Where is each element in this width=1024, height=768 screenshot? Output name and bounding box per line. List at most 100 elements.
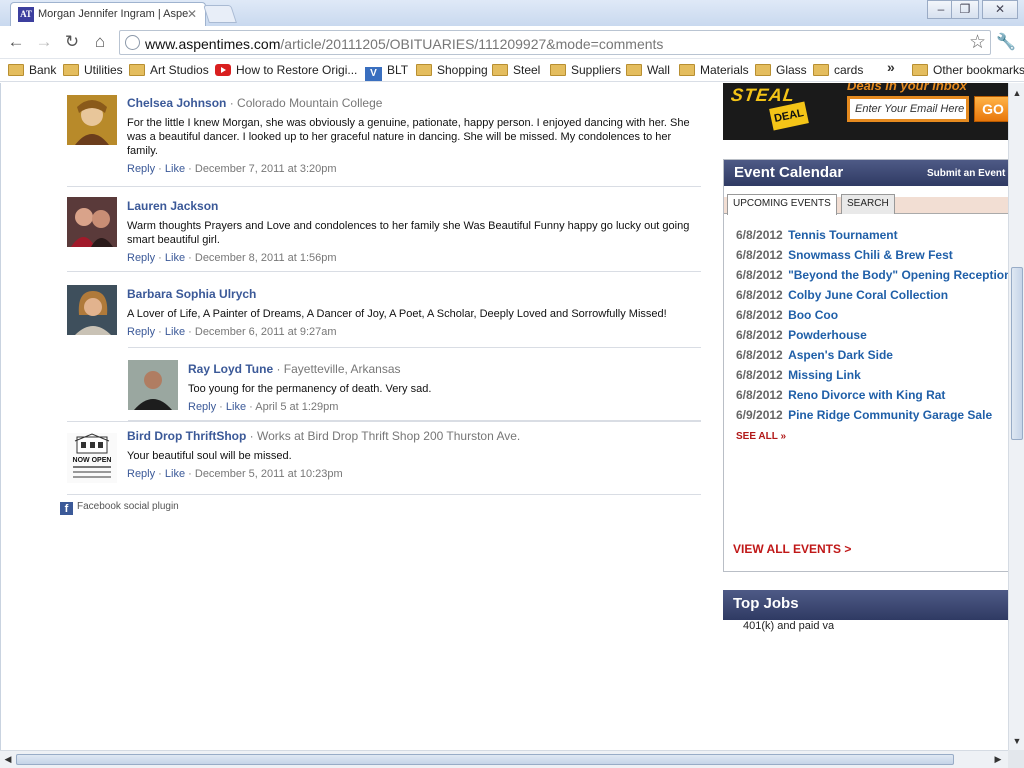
- bookmark-cards[interactable]: cards: [813, 63, 863, 77]
- bookmark-other[interactable]: Other bookmarks: [912, 63, 1024, 77]
- event-list-item[interactable]: 6/8/2012 Aspen's Dark Side: [736, 348, 893, 362]
- bookmark-star-icon[interactable]: ☆: [969, 31, 986, 54]
- new-tab-button[interactable]: [203, 5, 237, 23]
- bookmark-how-to-restore[interactable]: How to Restore Origi...: [215, 63, 357, 77]
- close-window-button[interactable]: ✕: [982, 0, 1018, 19]
- tab-upcoming-events[interactable]: UPCOMING EVENTS: [727, 194, 837, 215]
- scroll-right-arrow-icon[interactable]: ▶: [990, 751, 1006, 768]
- browser-toolbar: ← → ↻ ⌂ www.aspentimes.com/article/20111…: [0, 26, 1024, 59]
- like-link[interactable]: Like: [165, 252, 185, 264]
- comment-text: For the little I knew Morgan, she was ob…: [127, 117, 690, 157]
- event-calendar-header: Event Calendar Submit an Event: [724, 160, 1008, 186]
- comment-item: Barbara Sophia Ulrych A Lover of Life, A…: [67, 285, 701, 347]
- bookmark-utilities[interactable]: Utilities: [63, 63, 123, 77]
- event-link[interactable]: Reno Divorce with King Rat: [788, 388, 945, 402]
- folder-icon: [8, 64, 24, 76]
- comment-timestamp: December 7, 2011 at 3:20pm: [194, 163, 337, 175]
- email-signup-input[interactable]: Enter Your Email Here: [847, 96, 969, 122]
- bookmark-suppliers[interactable]: Suppliers: [550, 63, 621, 77]
- reply-link[interactable]: Reply: [127, 163, 155, 175]
- like-link[interactable]: Like: [165, 468, 185, 480]
- event-link[interactable]: Snowmass Chili & Brew Fest: [788, 248, 953, 262]
- browser-tab-active[interactable]: AT Morgan Jennifer Ingram | Aspen ✕: [10, 2, 206, 26]
- scroll-left-arrow-icon[interactable]: ◀: [0, 751, 16, 768]
- event-link[interactable]: Missing Link: [788, 368, 861, 382]
- v-icon: V: [365, 67, 382, 81]
- event-list-item[interactable]: 6/8/2012 "Beyond the Body" Opening Recep…: [736, 268, 1008, 282]
- event-list-item[interactable]: 6/8/2012 Snowmass Chili & Brew Fest: [736, 248, 953, 262]
- event-list-item[interactable]: 6/9/2012 Pine Ridge Community Garage Sal…: [736, 408, 992, 422]
- reply-link[interactable]: Reply: [127, 326, 155, 338]
- youtube-icon: [215, 64, 231, 76]
- event-link[interactable]: Aspen's Dark Side: [788, 348, 893, 362]
- see-all-events-link[interactable]: SEE ALL »: [736, 431, 786, 442]
- event-link[interactable]: Colby June Coral Collection: [788, 288, 948, 302]
- bookmark-blt[interactable]: V BLT: [365, 63, 408, 81]
- comment-author-link[interactable]: Chelsea Johnson: [127, 96, 226, 110]
- comment-item: Lauren Jackson Warm thoughts Prayers and…: [67, 197, 701, 272]
- comment-author-link[interactable]: Lauren Jackson: [127, 199, 218, 213]
- facebook-icon: f: [60, 502, 73, 515]
- comment-affiliation: · Fayetteville, Arkansas: [276, 362, 401, 376]
- like-link[interactable]: Like: [226, 401, 246, 413]
- bookmarks-bar: Bank Utilities Art Studios How to Restor…: [0, 59, 1024, 82]
- top-jobs-ticker[interactable]: 401(k) and paid va: [743, 621, 834, 633]
- vertical-scrollbar[interactable]: ▲ ▼: [1008, 83, 1024, 750]
- vertical-scroll-thumb[interactable]: [1011, 267, 1023, 440]
- back-arrow-icon[interactable]: ←: [4, 31, 28, 53]
- go-button[interactable]: GO: [974, 96, 1008, 122]
- like-link[interactable]: Like: [165, 326, 185, 338]
- like-link[interactable]: Like: [165, 163, 185, 175]
- bookmark-steel[interactable]: Steel: [492, 63, 540, 77]
- scroll-down-arrow-icon[interactable]: ▼: [1009, 733, 1024, 749]
- scrollbar-corner: [1008, 750, 1024, 768]
- comment-author-link[interactable]: Bird Drop ThriftShop: [127, 429, 246, 443]
- bookmark-wall[interactable]: Wall: [626, 63, 670, 77]
- reply-link[interactable]: Reply: [127, 468, 155, 480]
- submit-event-link[interactable]: Submit an Event: [927, 168, 1005, 179]
- event-list-item[interactable]: 6/8/2012 Reno Divorce with King Rat: [736, 388, 945, 402]
- view-all-events-link[interactable]: VIEW ALL EVENTS >: [733, 542, 851, 556]
- url-path: /article/20111205/OBITUARIES/111209927&m…: [280, 36, 664, 52]
- event-list-item[interactable]: 6/8/2012 Tennis Tournament: [736, 228, 898, 242]
- bookmark-materials[interactable]: Materials: [679, 63, 749, 77]
- reload-icon[interactable]: ↻: [60, 31, 84, 53]
- comment-timestamp: December 6, 2011 at 9:27am: [194, 326, 337, 338]
- tab-search[interactable]: SEARCH: [841, 194, 895, 214]
- address-bar[interactable]: www.aspentimes.com/article/20111205/OBIT…: [119, 30, 991, 55]
- event-link[interactable]: "Beyond the Body" Opening Reception: [788, 268, 1008, 282]
- bookmark-shopping[interactable]: Shopping: [416, 63, 488, 77]
- globe-icon: [125, 35, 140, 50]
- event-link[interactable]: Boo Coo: [788, 308, 838, 322]
- bookmark-label: Bank: [29, 63, 57, 77]
- home-icon[interactable]: ⌂: [88, 31, 112, 53]
- event-list-item[interactable]: 6/8/2012 Colby June Coral Collection: [736, 288, 948, 302]
- event-list-item[interactable]: 6/8/2012 Missing Link: [736, 368, 861, 382]
- facebook-social-plugin-link[interactable]: f Facebook social plugin: [60, 501, 179, 515]
- scroll-up-arrow-icon[interactable]: ▲: [1009, 85, 1024, 101]
- bookmark-label: cards: [834, 63, 864, 77]
- event-list-item[interactable]: 6/8/2012 Boo Coo: [736, 308, 838, 322]
- event-link[interactable]: Powderhouse: [788, 328, 867, 342]
- bookmark-bank[interactable]: Bank: [8, 63, 56, 77]
- event-list-item[interactable]: 6/8/2012 Powderhouse: [736, 328, 867, 342]
- comment-author-link[interactable]: Barbara Sophia Ulrych: [127, 287, 256, 301]
- reply-link[interactable]: Reply: [127, 252, 155, 264]
- bookmarks-overflow-chevron-icon[interactable]: »: [887, 59, 895, 75]
- horizontal-scroll-thumb[interactable]: [16, 754, 954, 765]
- tab-close-icon[interactable]: ✕: [187, 7, 197, 21]
- bookmark-glass[interactable]: Glass: [755, 63, 807, 77]
- reply-link[interactable]: Reply: [188, 401, 216, 413]
- bookmark-label: Glass: [776, 63, 807, 77]
- forward-arrow-icon[interactable]: →: [32, 31, 56, 53]
- event-link[interactable]: Tennis Tournament: [788, 228, 898, 242]
- horizontal-scrollbar[interactable]: ◀ ▶: [0, 750, 1008, 768]
- comment-text: Too young for the permanency of death. V…: [188, 383, 432, 395]
- comment-author-link[interactable]: Ray Loyd Tune: [188, 362, 273, 376]
- bookmark-art-studios[interactable]: Art Studios: [129, 63, 209, 77]
- folder-icon: [912, 64, 928, 76]
- comment-text: Your beautiful soul will be missed.: [127, 450, 292, 462]
- maximize-button[interactable]: ❐: [951, 0, 979, 19]
- event-link[interactable]: Pine Ridge Community Garage Sale: [788, 408, 992, 422]
- wrench-icon[interactable]: 🔧: [996, 32, 1016, 52]
